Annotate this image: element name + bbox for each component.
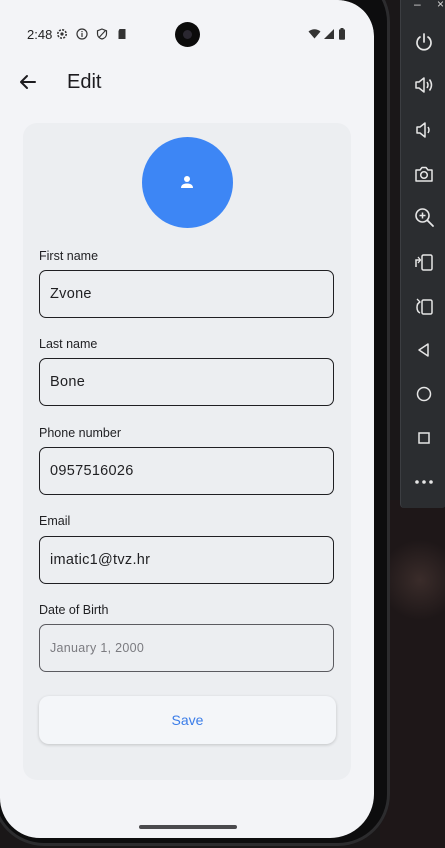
status-time: 2:48 bbox=[27, 27, 53, 42]
close-button[interactable]: × bbox=[437, 0, 444, 11]
back-icon bbox=[418, 343, 429, 357]
home-indicator[interactable] bbox=[139, 825, 237, 829]
phone-label: Phone number bbox=[39, 426, 122, 440]
more-icon bbox=[415, 480, 433, 484]
shield-status-icon bbox=[96, 28, 108, 40]
more-button[interactable] bbox=[413, 471, 435, 493]
power-icon bbox=[416, 33, 432, 51]
first-name-label: First name bbox=[39, 249, 99, 263]
last-name-label: Last name bbox=[39, 337, 98, 351]
rotate-right-button[interactable] bbox=[413, 295, 435, 317]
phone-input[interactable] bbox=[50, 463, 320, 479]
info-status-icon bbox=[76, 28, 88, 40]
back-button[interactable] bbox=[16, 70, 40, 94]
nav-back-button[interactable] bbox=[413, 339, 435, 361]
dob-field[interactable] bbox=[39, 624, 334, 672]
settings-status-icon bbox=[57, 29, 67, 39]
status-bar: 2:48 bbox=[0, 0, 374, 66]
emulator-window-controls: – × bbox=[401, 0, 445, 14]
email-input[interactable] bbox=[50, 552, 320, 568]
profile-card: First name Last name Phone number Email … bbox=[23, 123, 351, 780]
zoom-button[interactable] bbox=[413, 206, 435, 228]
volume-down-button[interactable] bbox=[413, 119, 435, 141]
nav-overview-button[interactable] bbox=[413, 427, 435, 449]
phone-field[interactable] bbox=[39, 447, 334, 495]
emulator-toolbar: – × bbox=[400, 0, 445, 508]
last-name-field[interactable] bbox=[39, 358, 334, 406]
rotate-left-icon bbox=[415, 254, 433, 271]
save-button[interactable]: Save bbox=[39, 696, 336, 744]
rotate-left-button[interactable] bbox=[413, 251, 435, 273]
battery-status-icon bbox=[339, 28, 345, 40]
power-button[interactable] bbox=[413, 31, 435, 53]
email-field[interactable] bbox=[39, 536, 334, 584]
phone-screen: 2:48 Edit First name Zvone Last name Bon… bbox=[0, 0, 374, 838]
overview-icon bbox=[418, 432, 430, 444]
page-title: Edit bbox=[67, 71, 102, 93]
first-name-field[interactable] bbox=[39, 270, 334, 318]
front-camera bbox=[175, 22, 200, 47]
nav-home-button[interactable] bbox=[413, 383, 435, 405]
last-name-input[interactable] bbox=[50, 374, 320, 390]
volume-down-icon bbox=[416, 122, 430, 138]
dob-input[interactable] bbox=[50, 641, 320, 655]
rotate-right-icon bbox=[416, 298, 433, 315]
first-name-input[interactable] bbox=[50, 286, 320, 302]
volume-up-icon bbox=[415, 77, 433, 93]
arrow-back-icon bbox=[20, 75, 36, 89]
camera-icon bbox=[415, 166, 433, 182]
volume-up-button[interactable] bbox=[413, 74, 435, 96]
minimize-button[interactable]: – bbox=[414, 0, 421, 11]
screenshot-button[interactable] bbox=[413, 163, 435, 185]
person-icon bbox=[181, 176, 193, 188]
avatar[interactable] bbox=[142, 137, 233, 228]
email-label: Email bbox=[39, 514, 71, 528]
sd-card-status-icon bbox=[118, 29, 126, 39]
home-icon bbox=[416, 386, 432, 402]
zoom-in-icon bbox=[415, 208, 434, 227]
wifi-status-icon bbox=[308, 29, 321, 39]
signal-status-icon bbox=[324, 29, 334, 39]
dob-label: Date of Birth bbox=[39, 603, 109, 617]
phone-frame: 2:48 Edit First name Zvone Last name Bon… bbox=[0, 0, 390, 846]
